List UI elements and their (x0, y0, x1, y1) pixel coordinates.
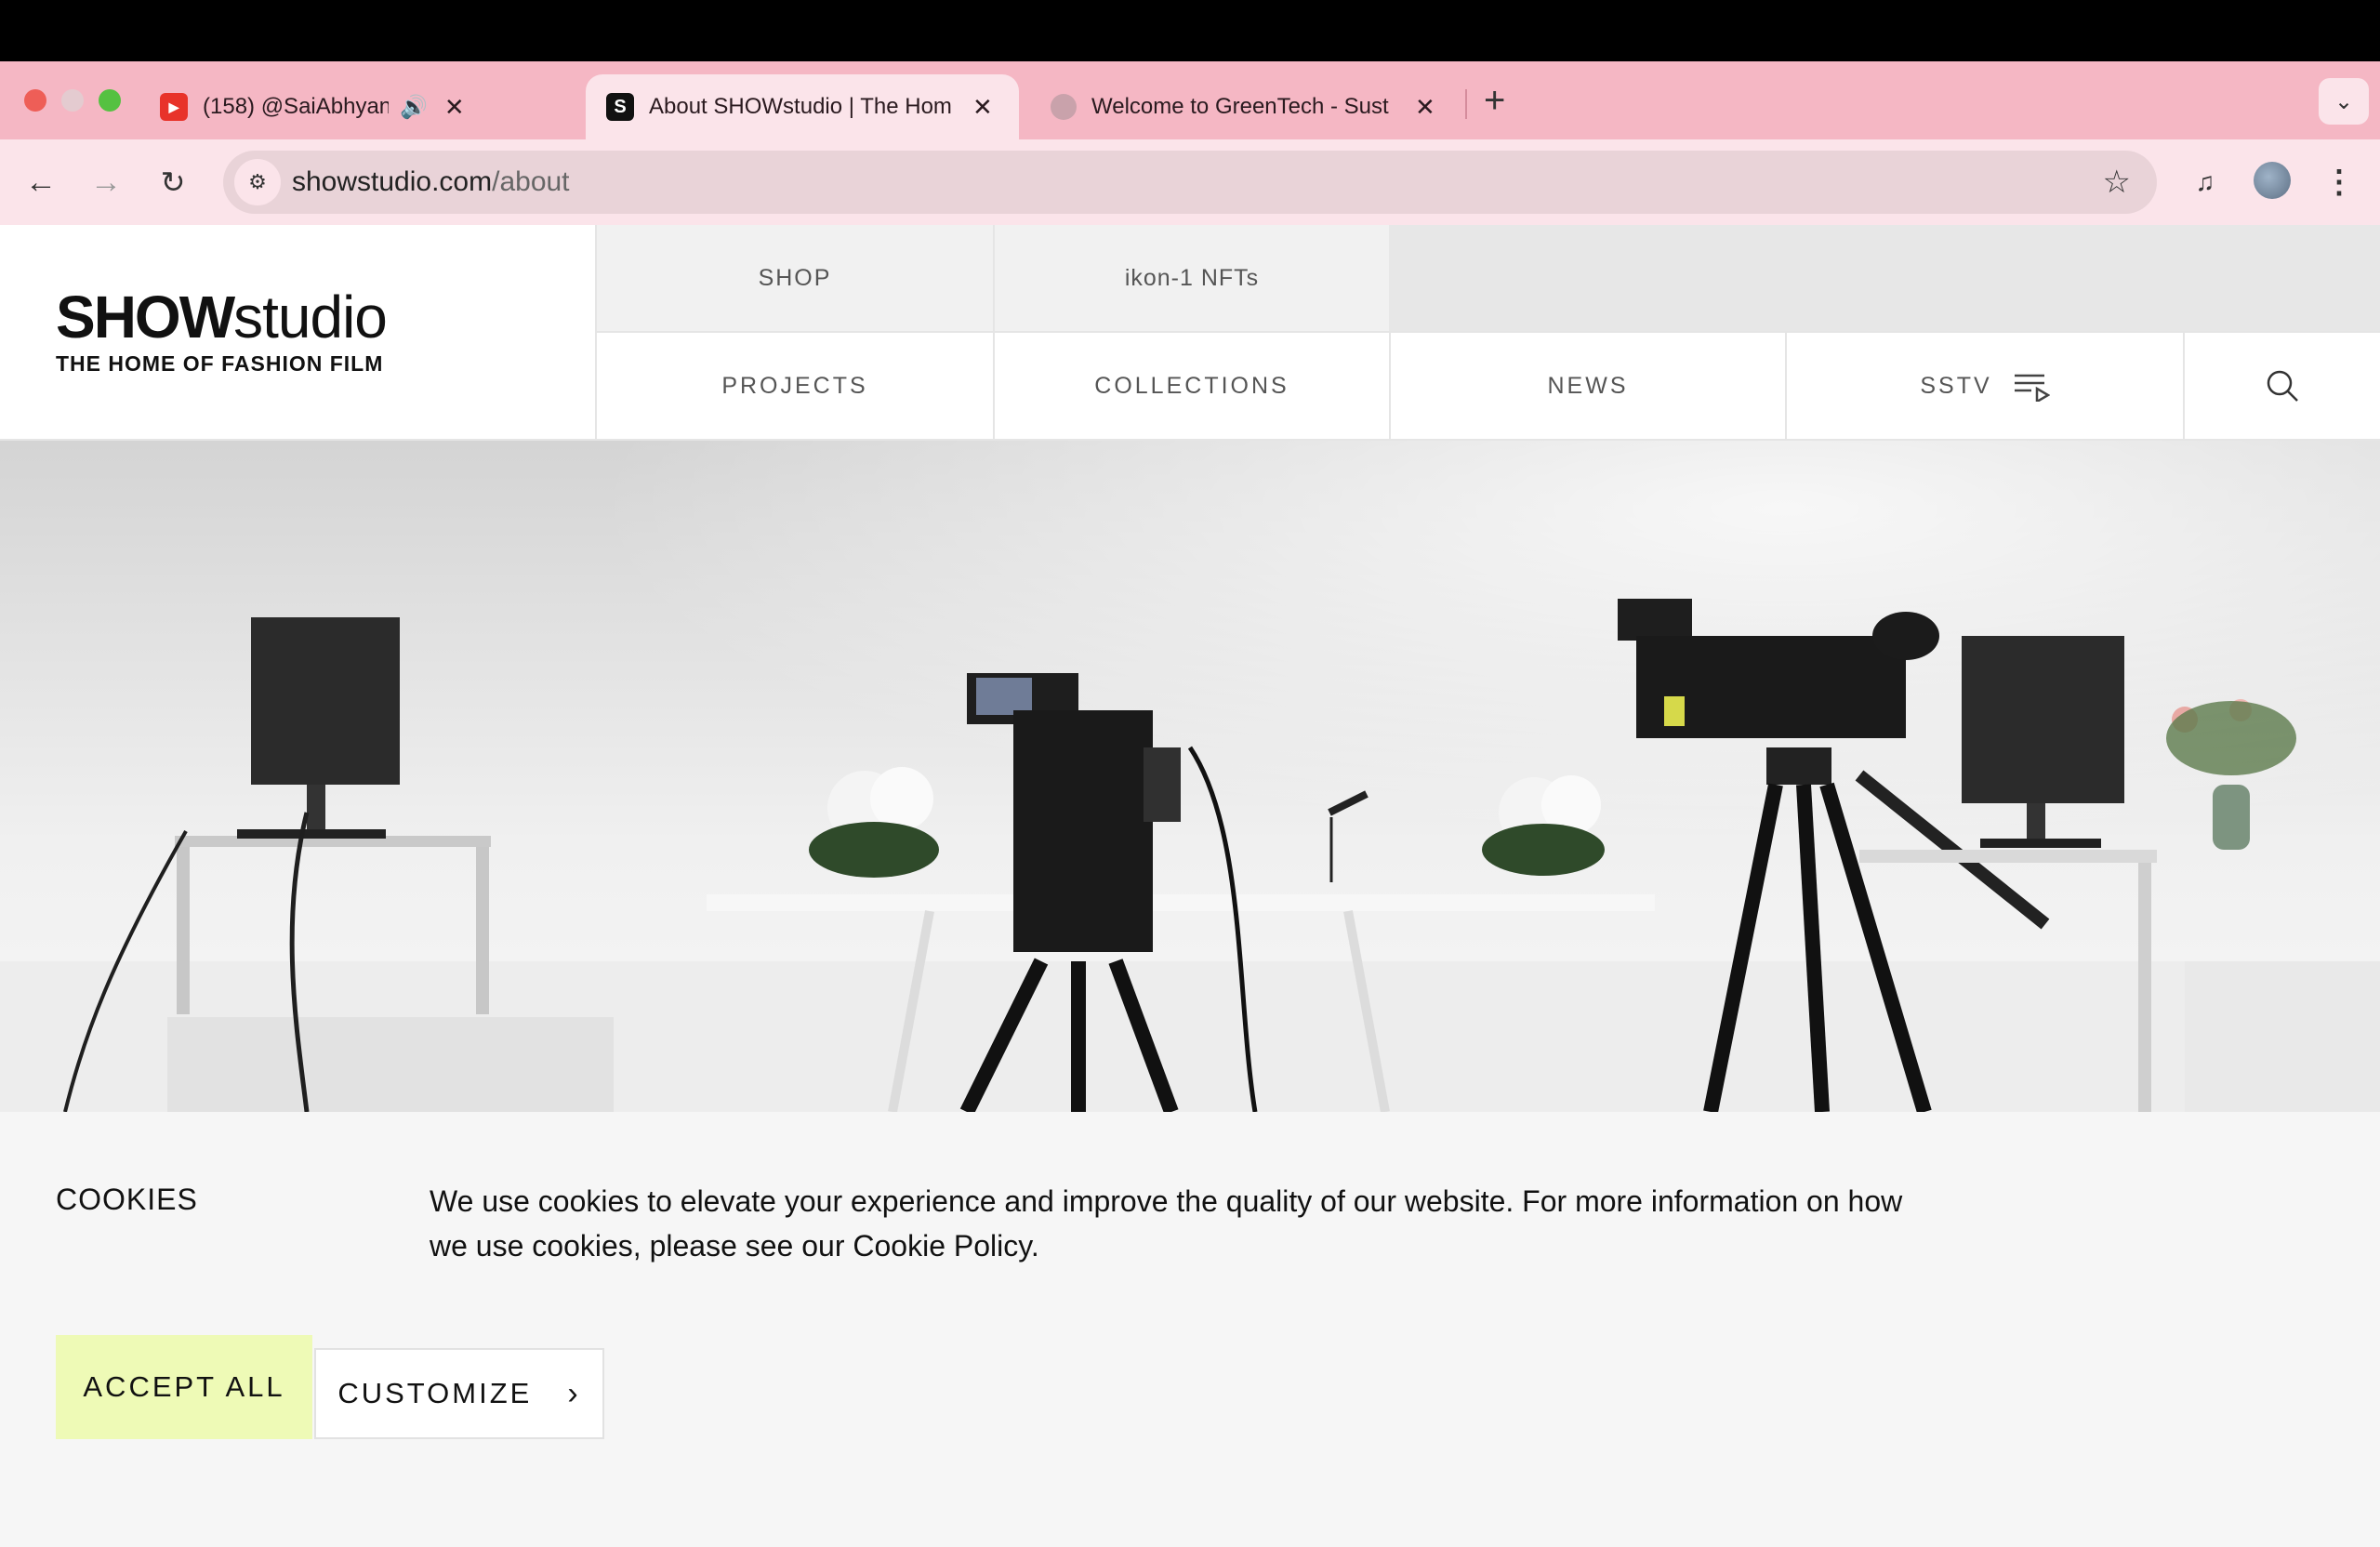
window-maximize-button[interactable] (99, 89, 121, 112)
close-icon[interactable]: ✕ (444, 93, 465, 122)
back-arrow-icon[interactable]: ← (20, 162, 61, 203)
tab-greentech[interactable]: Welcome to GreenTech - Sust ✕ (1030, 74, 1456, 139)
logo-wordmark: SHOWstudio (56, 283, 388, 351)
profile-avatar[interactable] (2254, 162, 2291, 199)
url-path: /about (492, 166, 570, 197)
url-text: showstudio.com/about (292, 166, 570, 198)
new-tab-plus-icon[interactable]: + (1484, 80, 1505, 122)
tab-title: About SHOWstudio | The Hom (649, 94, 952, 119)
globe-icon (1051, 94, 1077, 120)
tab-divider (1465, 89, 1467, 119)
site-settings-icon[interactable]: ⚙ (234, 159, 281, 205)
web-page: SHOWstudio THE HOME OF FASHION FILM SHOP… (0, 225, 2380, 1547)
reload-icon[interactable]: ↻ (152, 162, 193, 203)
logo-thin: studio (233, 284, 388, 350)
close-icon[interactable]: ✕ (972, 93, 993, 122)
cookie-title: COOKIES (56, 1183, 198, 1216)
media-control-icon[interactable]: ♫ (2185, 162, 2226, 203)
tab-title: (158) @SaiAbhyankkar - A (203, 94, 389, 119)
browser-toolbar: ← → ↻ ⚙ showstudio.com/about ☆ ♫ ⋮ (0, 139, 2380, 225)
nav-news[interactable]: NEWS (1389, 333, 1785, 441)
cookie-banner: COOKIES We use cookies to elevate your e… (0, 1112, 2380, 1547)
nav-sstv-label: SSTV (1920, 372, 1992, 399)
cookie-text: We use cookies to elevate your experienc… (430, 1184, 1903, 1263)
customize-label: CUSTOMIZE (337, 1377, 533, 1409)
logo-bold: SHOW (56, 284, 235, 350)
tab-youtube[interactable]: ▶ (158) @SaiAbhyankkar - A 🔊 ✕ (139, 74, 485, 139)
search-icon (2267, 370, 2298, 402)
tab-showstudio[interactable]: S About SHOWstudio | The Hom ✕ (586, 74, 1019, 139)
nav-filler (1389, 225, 2380, 333)
nav-collections[interactable]: COLLECTIONS (993, 333, 1389, 441)
nav-sstv[interactable]: SSTV (1785, 333, 2183, 441)
nav-projects[interactable]: PROJECTS (595, 333, 993, 441)
accept-all-button[interactable]: ACCEPT ALL (56, 1335, 312, 1439)
forward-arrow-icon[interactable]: → (86, 162, 126, 203)
window-close-button[interactable] (24, 89, 46, 112)
tab-search-chevron-icon[interactable]: ⌄ (2319, 78, 2369, 125)
hero-image (0, 441, 2380, 1112)
logo-tagline: THE HOME OF FASHION FILM (56, 351, 384, 376)
studio-scene-illustration (0, 441, 2380, 1112)
nav-nfts[interactable]: ikon-1 NFTs (993, 225, 1389, 333)
url-host: showstudio.com (292, 166, 493, 197)
playlist-icon (2014, 374, 2050, 402)
chevron-right-icon: › (567, 1375, 581, 1411)
system-menu-bar (0, 0, 2380, 61)
speaker-icon[interactable]: 🔊 (400, 94, 428, 121)
more-menu-icon[interactable]: ⋮ (2319, 162, 2360, 203)
browser-chrome: ▶ (158) @SaiAbhyankkar - A 🔊 ✕ S About S… (0, 61, 2380, 225)
site-logo[interactable]: SHOWstudio THE HOME OF FASHION FILM (0, 225, 595, 441)
search-button[interactable] (2183, 333, 2380, 441)
nav-shop[interactable]: SHOP (595, 225, 993, 333)
customize-button[interactable]: CUSTOMIZE › (314, 1348, 604, 1439)
tab-strip: ▶ (158) @SaiAbhyankkar - A 🔊 ✕ S About S… (0, 61, 2380, 139)
tab-title: Welcome to GreenTech - Sust (1091, 94, 1389, 119)
close-icon[interactable]: ✕ (1415, 93, 1435, 122)
window-minimize-button[interactable] (61, 89, 84, 112)
bookmark-star-icon[interactable]: ☆ (2103, 164, 2131, 201)
address-bar[interactable]: ⚙ showstudio.com/about ☆ (223, 151, 2157, 214)
showstudio-favicon: S (606, 93, 634, 121)
youtube-icon: ▶ (160, 93, 188, 121)
